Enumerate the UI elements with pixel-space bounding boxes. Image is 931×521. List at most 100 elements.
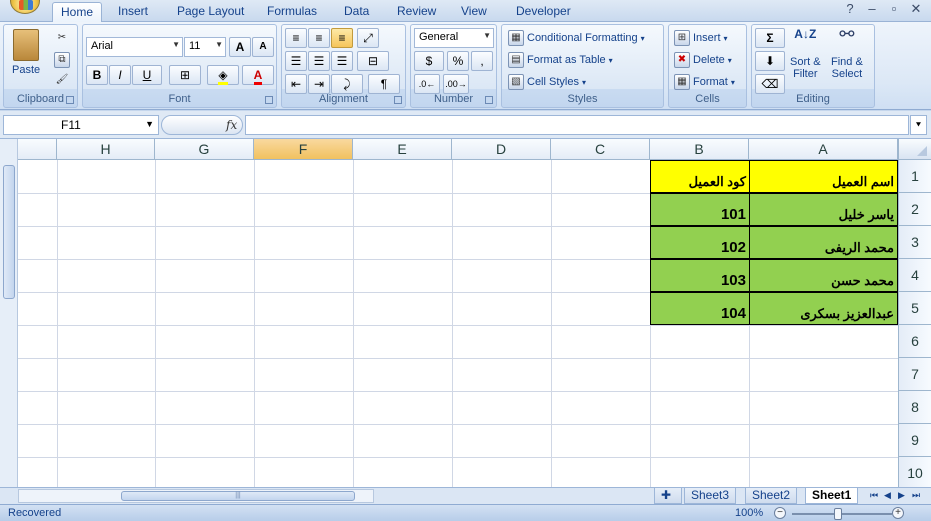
insert-function-icon[interactable]: fx xyxy=(226,118,237,132)
format-as-table-button[interactable]: ▤ Format as Table ▾ xyxy=(508,52,613,68)
cell-a3[interactable]: محمد الريفى xyxy=(749,226,898,259)
worksheet-grid[interactable]: H G F E D C B A 1 2 3 4 5 6 7 8 9 10 اسم… xyxy=(0,139,931,487)
row-header-5[interactable]: 5 xyxy=(898,292,931,325)
cell-a2[interactable]: ياسر خليل xyxy=(749,193,898,226)
column-header-partial[interactable] xyxy=(18,139,57,160)
format-painter-icon[interactable]: 🖌 xyxy=(54,73,70,89)
clear-button[interactable]: ⌫ xyxy=(755,74,785,94)
name-box[interactable]: F11 ▼ xyxy=(3,115,159,135)
row-header-4[interactable]: 4 xyxy=(898,259,931,292)
currency-button[interactable]: $ xyxy=(414,51,444,71)
align-right-button[interactable]: ☰ xyxy=(331,51,353,71)
column-header-a[interactable]: A xyxy=(749,139,898,160)
insert-cells-button[interactable]: ⊞ Insert ▾ xyxy=(674,30,728,46)
tab-developer[interactable]: Developer xyxy=(508,2,579,22)
grow-font-button[interactable]: A xyxy=(229,37,251,57)
paste-button[interactable]: Paste xyxy=(12,29,40,76)
underline-button[interactable]: U xyxy=(132,65,162,85)
font-size-select[interactable]: 11 ▼ xyxy=(184,37,226,57)
align-top-button[interactable]: ≡ xyxy=(285,28,307,48)
sort-filter-button[interactable]: A↓Z Sort & Filter xyxy=(790,28,821,80)
row-header-9[interactable]: 9 xyxy=(898,424,931,457)
horizontal-scrollbar[interactable]: ||| xyxy=(18,489,374,503)
sheet-tab-sheet1[interactable]: Sheet1 xyxy=(805,488,859,504)
tab-data[interactable]: Data xyxy=(336,2,377,22)
tab-home[interactable]: Home xyxy=(52,2,103,23)
find-select-button[interactable]: ⚯ Find & Select xyxy=(831,25,863,80)
sheet-tab-sheet2[interactable]: Sheet2 xyxy=(745,488,798,504)
number-format-select[interactable]: General ▼ xyxy=(414,28,494,48)
restore-icon[interactable]: ▫ xyxy=(884,1,904,18)
clipboard-launcher-icon[interactable] xyxy=(66,96,74,104)
align-bottom-button[interactable]: ≡ xyxy=(331,28,353,48)
tab-page-layout[interactable]: Page Layout xyxy=(169,2,252,22)
zoom-level[interactable]: 100% xyxy=(735,507,763,519)
comma-button[interactable]: , xyxy=(471,51,493,71)
fill-color-button[interactable]: ◈ xyxy=(207,65,239,85)
column-header-f[interactable]: F xyxy=(254,139,353,160)
copy-icon[interactable]: ⧉ xyxy=(54,52,70,68)
decrease-indent-button[interactable]: ⇤ xyxy=(285,74,307,94)
row-header-6[interactable]: 6 xyxy=(898,325,931,358)
wrap-text-button[interactable]: ⤸ xyxy=(331,74,363,94)
conditional-formatting-button[interactable]: ▦ Conditional Formatting ▾ xyxy=(508,30,645,46)
number-launcher-icon[interactable] xyxy=(485,96,493,104)
cell-a5[interactable]: عبدالعزيز بسكرى xyxy=(749,292,898,325)
column-header-g[interactable]: G xyxy=(155,139,254,160)
borders-button[interactable]: ⊞ xyxy=(169,65,201,85)
last-sheet-icon[interactable]: ⏭ xyxy=(912,490,920,501)
column-header-e[interactable]: E xyxy=(353,139,452,160)
insert-sheet-button[interactable]: ✚ xyxy=(654,488,682,504)
cut-icon[interactable]: ✂ xyxy=(54,31,70,47)
cell-a1[interactable]: اسم العميل xyxy=(749,160,898,193)
orientation-button[interactable]: ⤢ xyxy=(357,28,379,48)
zoom-out-icon[interactable]: − xyxy=(774,507,786,519)
row-header-10[interactable]: 10 xyxy=(898,457,931,487)
text-direction-button[interactable]: ¶ xyxy=(368,74,400,94)
sheet-tab-sheet3[interactable]: Sheet3 xyxy=(684,488,737,504)
font-color-button[interactable]: A xyxy=(242,65,274,85)
cell-b1[interactable]: كود العميل xyxy=(650,160,750,193)
cell-b3[interactable]: 102 xyxy=(650,226,750,259)
increase-indent-button[interactable]: ⇥ xyxy=(308,74,330,94)
align-center-button[interactable]: ☰ xyxy=(308,51,330,71)
merge-center-button[interactable]: ⊟ xyxy=(357,51,389,71)
zoom-slider[interactable] xyxy=(792,513,892,515)
vertical-scroll-thumb[interactable] xyxy=(3,165,15,299)
decrease-decimal-button[interactable]: .00→ xyxy=(443,74,469,94)
autosum-button[interactable]: Σ xyxy=(755,28,785,48)
align-middle-button[interactable]: ≡ xyxy=(308,28,330,48)
row-header-8[interactable]: 8 xyxy=(898,391,931,424)
prev-sheet-icon[interactable]: ◀ xyxy=(884,490,891,501)
horizontal-scroll-thumb[interactable]: ||| xyxy=(121,491,355,501)
select-all-button[interactable] xyxy=(898,139,931,160)
increase-decimal-button[interactable]: .0← xyxy=(414,74,440,94)
bold-button[interactable]: B xyxy=(86,65,108,85)
column-header-h[interactable]: H xyxy=(57,139,155,160)
align-left-button[interactable]: ☰ xyxy=(285,51,307,71)
cell-b5[interactable]: 104 xyxy=(650,292,750,325)
minimize-icon[interactable]: – xyxy=(862,1,882,18)
tab-formulas[interactable]: Formulas xyxy=(259,2,325,22)
tab-insert[interactable]: Insert xyxy=(110,2,156,22)
next-sheet-icon[interactable]: ▶ xyxy=(898,490,905,501)
vertical-scrollbar[interactable] xyxy=(0,139,18,487)
formula-input[interactable] xyxy=(245,115,909,135)
font-launcher-icon[interactable] xyxy=(265,96,273,104)
column-header-b[interactable]: B xyxy=(650,139,749,160)
first-sheet-icon[interactable]: ⏮ xyxy=(870,490,878,501)
row-header-3[interactable]: 3 xyxy=(898,226,931,259)
help-icon[interactable]: ? xyxy=(840,1,860,18)
column-header-d[interactable]: D xyxy=(452,139,551,160)
fill-button[interactable]: ⬇ xyxy=(755,51,785,71)
shrink-font-button[interactable]: A xyxy=(252,37,274,57)
cell-b2[interactable]: 101 xyxy=(650,193,750,226)
delete-cells-button[interactable]: ✖ Delete ▾ xyxy=(674,52,732,68)
column-header-c[interactable]: C xyxy=(551,139,650,160)
format-cells-button[interactable]: ▦ Format ▾ xyxy=(674,74,735,90)
zoom-in-icon[interactable]: + xyxy=(892,507,904,519)
percent-button[interactable]: % xyxy=(447,51,469,71)
row-header-2[interactable]: 2 xyxy=(898,193,931,226)
expand-formula-bar-button[interactable]: ⯆ xyxy=(910,115,927,135)
cell-styles-button[interactable]: ▧ Cell Styles ▾ xyxy=(508,74,586,90)
